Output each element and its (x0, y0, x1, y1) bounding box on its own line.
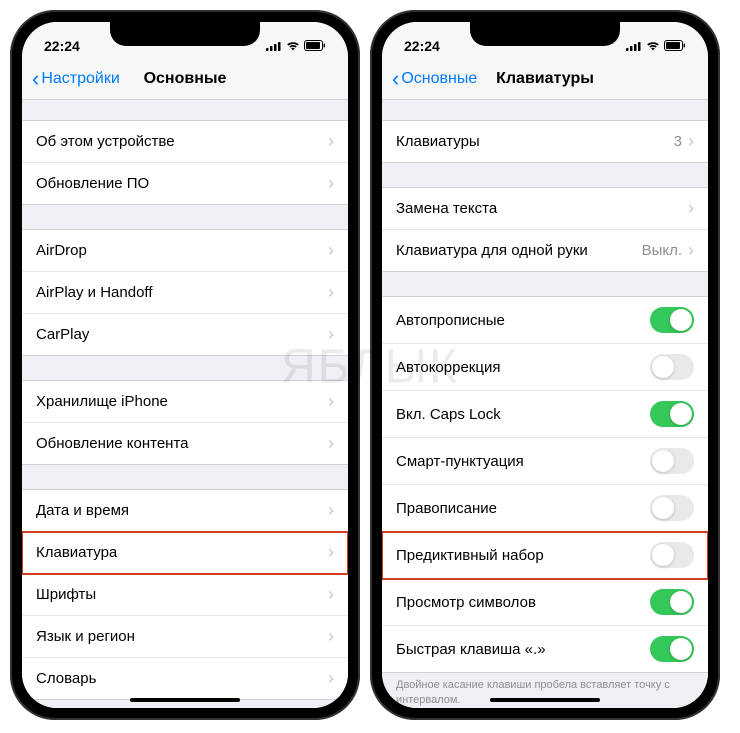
row-char-preview[interactable]: Просмотр символов (382, 579, 708, 626)
toggle-autocorrect[interactable] (650, 354, 694, 380)
home-indicator[interactable] (490, 698, 600, 702)
battery-icon (664, 38, 686, 54)
chevron-left-icon: ‹ (392, 66, 399, 92)
back-button[interactable]: ‹ Основные (392, 66, 477, 92)
signal-icon (266, 38, 282, 54)
chevron-right-icon: › (328, 282, 334, 303)
chevron-right-icon: › (688, 240, 694, 261)
row-smart-punct[interactable]: Смарт-пунктуация (382, 438, 708, 485)
row-about-device[interactable]: Об этом устройстве› (22, 121, 348, 163)
row-dictionary[interactable]: Словарь› (22, 658, 348, 699)
section-keyboards: Клавиатуры3› (382, 120, 708, 163)
chevron-right-icon: › (328, 584, 334, 605)
content-right[interactable]: Клавиатуры3› Замена текста› Клавиатура д… (382, 100, 708, 708)
row-text-replacement[interactable]: Замена текста› (382, 188, 708, 230)
content-left[interactable]: Об этом устройстве› Обновление ПО› AirDr… (22, 100, 348, 708)
toggle-caps-lock[interactable] (650, 401, 694, 427)
row-spell-check[interactable]: Правописание (382, 485, 708, 532)
back-label: Настройки (41, 70, 119, 88)
notch (470, 22, 620, 46)
section-connectivity: AirDrop› AirPlay и Handoff› CarPlay› (22, 229, 348, 356)
row-storage[interactable]: Хранилище iPhone› (22, 381, 348, 423)
battery-icon (304, 38, 326, 54)
home-indicator[interactable] (130, 698, 240, 702)
page-title: Клавиатуры (496, 70, 594, 88)
chevron-left-icon: ‹ (32, 66, 39, 92)
chevron-right-icon: › (328, 500, 334, 521)
chevron-right-icon: › (328, 391, 334, 412)
row-auto-caps[interactable]: Автопрописные (382, 297, 708, 344)
row-background-refresh[interactable]: Обновление контента› (22, 423, 348, 464)
row-airdrop[interactable]: AirDrop› (22, 230, 348, 272)
status-time: 22:24 (404, 38, 440, 54)
nav-bar: ‹ Настройки Основные (22, 60, 348, 100)
chevron-right-icon: › (328, 131, 334, 152)
chevron-right-icon: › (688, 131, 694, 152)
section-storage: Хранилище iPhone› Обновление контента› (22, 380, 348, 465)
screen-left: 22:24 ‹ Настройки Основные О (22, 22, 348, 708)
toggle-period-shortcut[interactable] (650, 636, 694, 662)
section-about: Об этом устройстве› Обновление ПО› (22, 120, 348, 205)
chevron-right-icon: › (328, 173, 334, 194)
row-keyboards-count[interactable]: Клавиатуры3› (382, 121, 708, 162)
row-autocorrect[interactable]: Автокоррекция (382, 344, 708, 391)
row-language-region[interactable]: Язык и регион› (22, 616, 348, 658)
chevron-right-icon: › (328, 668, 334, 689)
row-predictive[interactable]: Предиктивный набор (382, 532, 708, 579)
wifi-icon (646, 38, 660, 54)
page-title: Основные (144, 70, 227, 88)
chevron-right-icon: › (328, 433, 334, 454)
back-label: Основные (401, 70, 477, 88)
phone-right: 22:24 ‹ Основные Клавиатуры (370, 10, 720, 720)
status-icons (626, 38, 686, 54)
row-period-shortcut[interactable]: Быстрая клавиша «.» (382, 626, 708, 672)
status-time: 22:24 (44, 38, 80, 54)
section-toggles: Автопрописные Автокоррекция Вкл. Caps Lo… (382, 296, 708, 673)
section-datetime-keyboard: Дата и время› Клавиатура› Шрифты› Язык и… (22, 489, 348, 700)
row-caps-lock[interactable]: Вкл. Caps Lock (382, 391, 708, 438)
row-keyboard[interactable]: Клавиатура› (22, 532, 348, 574)
chevron-right-icon: › (328, 240, 334, 261)
row-software-update[interactable]: Обновление ПО› (22, 163, 348, 204)
back-button[interactable]: ‹ Настройки (32, 66, 120, 92)
row-one-handed[interactable]: Клавиатура для одной рукиВыкл.› (382, 230, 708, 271)
signal-icon (626, 38, 642, 54)
toggle-smart-punct[interactable] (650, 448, 694, 474)
screen-right: 22:24 ‹ Основные Клавиатуры (382, 22, 708, 708)
chevron-right-icon: › (328, 626, 334, 647)
notch (110, 22, 260, 46)
row-carplay[interactable]: CarPlay› (22, 314, 348, 355)
toggle-predictive[interactable] (650, 542, 694, 568)
toggle-spell-check[interactable] (650, 495, 694, 521)
section-text-replace: Замена текста› Клавиатура для одной руки… (382, 187, 708, 272)
row-airplay[interactable]: AirPlay и Handoff› (22, 272, 348, 314)
status-icons (266, 38, 326, 54)
row-date-time[interactable]: Дата и время› (22, 490, 348, 532)
wifi-icon (286, 38, 300, 54)
phone-left: 22:24 ‹ Настройки Основные О (10, 10, 360, 720)
chevron-right-icon: › (688, 198, 694, 219)
chevron-right-icon: › (328, 324, 334, 345)
row-fonts[interactable]: Шрифты› (22, 574, 348, 616)
chevron-right-icon: › (328, 542, 334, 563)
toggle-auto-caps[interactable] (650, 307, 694, 333)
toggle-char-preview[interactable] (650, 589, 694, 615)
footer-period: Двойное касание клавиши пробела вставляе… (382, 673, 708, 708)
nav-bar: ‹ Основные Клавиатуры (382, 60, 708, 100)
